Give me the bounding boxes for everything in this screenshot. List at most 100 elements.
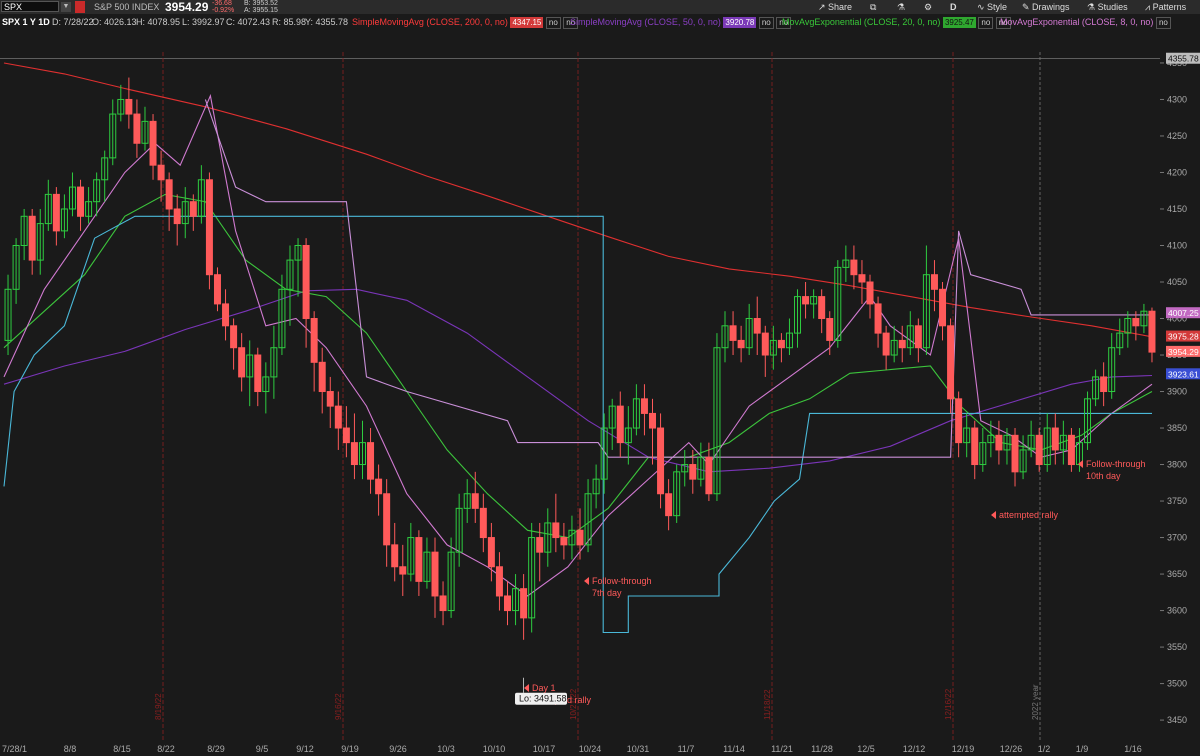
candle-body: [439, 595, 447, 612]
candle-body: [520, 588, 528, 619]
candle-body: [866, 281, 874, 305]
candle-body: [334, 405, 342, 429]
candle-body: [415, 537, 423, 582]
candle-body: [576, 529, 584, 546]
x-tick-label: 8/29: [207, 744, 225, 754]
y-tick-label: 3450: [1167, 715, 1187, 725]
candle-body: [826, 318, 834, 341]
x-tick-label: 11/21: [771, 744, 793, 754]
style-button[interactable]: ∿ Style: [977, 0, 1007, 14]
price-tag-label: 3923.61: [1168, 369, 1199, 379]
candle-body: [326, 391, 334, 407]
copy-icon[interactable]: ⧉: [870, 0, 876, 14]
candle-body: [342, 427, 350, 444]
x-tick-label: 9/5: [256, 744, 269, 754]
annotation-text: 7th day: [592, 588, 622, 598]
drawings-button[interactable]: ✎ Drawings: [1022, 0, 1070, 14]
y-tick-label: 3850: [1167, 423, 1187, 433]
price-axis[interactable]: 3450 3500 3550 3600 3650 3700 3750 3800 3850 3900…: [1160, 30, 1200, 756]
candle-body: [649, 412, 657, 429]
top-toolbar: SPX ▼ S&P 500 INDEX 3954.29 -36.68 -0.92…: [0, 0, 1200, 15]
candle-body: [77, 186, 85, 217]
candle-body: [689, 464, 697, 480]
candle-body: [125, 98, 133, 115]
candle-body: [1035, 434, 1043, 466]
symbol-dropdown-icon[interactable]: ▼: [61, 2, 71, 12]
candle-body: [391, 544, 399, 568]
candle-body: [431, 551, 439, 597]
symbol-input[interactable]: SPX: [1, 1, 59, 12]
candle-body: [882, 332, 890, 356]
aggregation-button[interactable]: D: [950, 0, 957, 14]
candle-body: [729, 325, 737, 341]
candle-body: [1148, 310, 1156, 353]
period-marker-label: 8/19/22: [154, 693, 163, 720]
candle-body: [947, 325, 955, 400]
candle-body: [479, 507, 487, 539]
link-icon[interactable]: [75, 1, 85, 13]
patterns-icon: ⩘: [1145, 2, 1153, 12]
candle-body: [930, 274, 938, 290]
indicator-sma200[interactable]: SimpleMovingAvg (CLOSE, 200, 0, no) 4347…: [352, 16, 579, 29]
candle-body: [238, 347, 246, 378]
x-tick-label: 8/22: [157, 744, 175, 754]
y-tick-label: 3500: [1167, 679, 1187, 689]
pencil-icon: ✎: [1022, 2, 1033, 12]
share-icon: ↗: [818, 2, 829, 12]
candle-body: [149, 120, 157, 166]
candle-body: [471, 493, 479, 509]
candle-body: [850, 259, 858, 276]
x-tick-label: 10/17: [533, 744, 556, 754]
candle-body: [1011, 434, 1019, 473]
share-button[interactable]: ↗ Share: [818, 0, 852, 14]
candle-body: [503, 595, 511, 612]
studies-button[interactable]: ⚗ Studies: [1087, 0, 1128, 14]
candle-body: [665, 493, 673, 517]
ohlc-y: Y: 4355.78: [305, 17, 349, 27]
ohlc-open: O: 4026.13: [92, 17, 137, 27]
x-tick-label: 12/26: [1000, 744, 1023, 754]
flask-icon: ⚗: [1087, 2, 1098, 12]
flask-icon[interactable]: ⚗: [897, 0, 905, 14]
indicator-ema20[interactable]: MovAvgExponential (CLOSE, 20, 0, no) 392…: [782, 16, 1011, 29]
x-tick-label: 12/5: [857, 744, 875, 754]
x-tick-label: 7/28/1: [2, 744, 27, 754]
price-tag-label: 4007.25: [1168, 308, 1199, 318]
candle-body: [552, 522, 560, 539]
candle-body: [318, 361, 326, 393]
chart-info-bar: SPX 1 Y 1D D: 7/28/22 O: 4026.13 H: 4078…: [0, 14, 1200, 30]
candle-body: [28, 215, 36, 261]
patterns-button[interactable]: ⩘ Patterns: [1145, 0, 1186, 14]
x-tick-label: 1/9: [1076, 744, 1089, 754]
candle-body: [858, 274, 866, 283]
x-tick-label: 8/8: [64, 744, 77, 754]
candle-body: [874, 303, 882, 334]
candle-body: [536, 537, 544, 553]
y-tick-label: 4050: [1167, 277, 1187, 287]
candle-body: [955, 398, 963, 444]
candle-body: [254, 354, 262, 393]
y-tick-label: 4200: [1167, 167, 1187, 177]
candle-body: [173, 208, 181, 225]
period-marker-label: 11/18/22: [763, 689, 772, 720]
indicator-sma50[interactable]: SimpleMovingAvg (CLOSE, 50, 0, no) 3920.…: [570, 16, 792, 29]
y-tick-label: 3800: [1167, 460, 1187, 470]
indicator-ema8[interactable]: MovAvgExponential (CLOSE, 8, 0, no) no: [1000, 16, 1171, 29]
y-tick-label: 3700: [1167, 533, 1187, 543]
gear-icon[interactable]: ⚙: [924, 0, 932, 14]
candle-body: [399, 566, 407, 575]
x-tick-label: 9/19: [341, 744, 359, 754]
ohlc-range: R: 85.98: [272, 17, 307, 27]
candle-body: [1132, 318, 1140, 327]
time-axis[interactable]: 7/28/1 8/8 8/15 8/22 8/29 9/5 9/12 9/19 9/26 10/3…: [0, 742, 1200, 756]
candlestick-chart[interactable]: 8/19/22 9/16/22 10/21/22 11/18/22 12/16/22 20…: [0, 30, 1200, 756]
y-tick-label: 3550: [1167, 642, 1187, 652]
annotation-text: Follow-through: [1086, 459, 1146, 469]
candle-body: [777, 339, 785, 349]
x-tick-label: 12/12: [903, 744, 926, 754]
candle-body: [165, 179, 173, 210]
y-tick-label: 4100: [1167, 240, 1187, 250]
low-label: Lo: 3491.58: [519, 694, 567, 704]
candle-body: [753, 318, 761, 334]
ohlc-low: L: 3992.97: [182, 17, 225, 27]
